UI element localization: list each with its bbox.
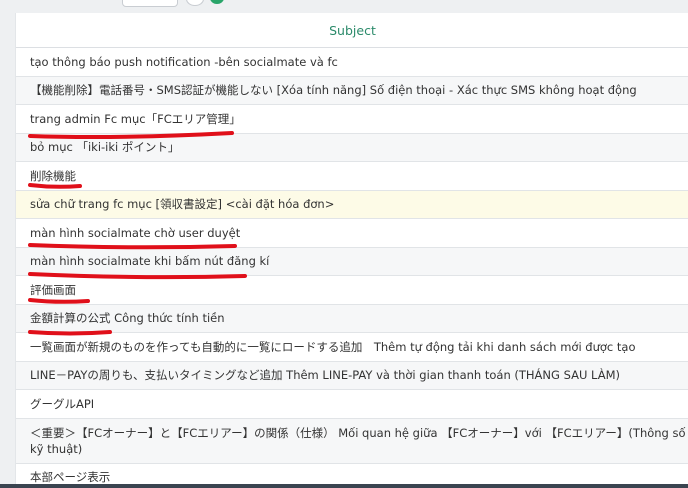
row-subject[interactable]: màn hình socialmate khi bấm nút đăng kí xyxy=(30,254,269,268)
toolbar-grey-button[interactable] xyxy=(186,0,204,6)
row-subject[interactable]: LINE－PAYの周りも、支払いタイミングなど追加 Thêm LINE-PAY … xyxy=(30,367,620,383)
table-row[interactable]: 金額計算の公式 Công thức tính tiền xyxy=(16,304,688,333)
row-subject[interactable]: グーグルAPI xyxy=(30,396,94,412)
table-row[interactable]: trang admin Fc mục「FCエリア管理」 xyxy=(16,105,688,134)
column-header-subject[interactable]: Subject xyxy=(329,23,376,38)
bottom-taskbar-edge xyxy=(0,484,688,488)
table-row[interactable]: 削除機能 xyxy=(16,162,688,191)
table-header[interactable]: Subject xyxy=(16,13,688,48)
row-subject[interactable]: màn hình socialmate chờ user duyệt xyxy=(30,226,240,240)
row-subject[interactable]: tạo thông báo push notification -bên soc… xyxy=(30,55,338,69)
table-row-highlighted[interactable]: sửa chữ trang fc mục [領収書設定] <cài đặt hó… xyxy=(16,190,688,219)
row-subject[interactable]: 【機能削除】電話番号・SMS認証が機能しない [Xóa tính năng] S… xyxy=(30,82,637,98)
table-row[interactable]: 一覧画面が新規のものを作っても自動的に一覧にロードする追加 Thêm tự độ… xyxy=(16,333,688,362)
table-row[interactable]: màn hình socialmate khi bấm nút đăng kí xyxy=(16,247,688,276)
top-toolbar xyxy=(0,0,688,12)
table-row[interactable]: ＜重要＞【FCオーナー】と【FCエリアー】の関係（仕様） Mối quan hệ… xyxy=(16,418,688,464)
table-row[interactable]: tạo thông báo push notification -bên soc… xyxy=(16,48,688,77)
row-subject[interactable]: ＜重要＞【FCオーナー】と【FCエリアー】の関係（仕様） Mối quan hệ… xyxy=(30,425,688,457)
table-row[interactable]: グーグルAPI xyxy=(16,390,688,419)
row-subject[interactable]: 削除機能 xyxy=(30,168,76,184)
row-subject[interactable]: bỏ mục 「iki-iki ポイント」 xyxy=(30,139,179,155)
table-row[interactable]: 評価画面 xyxy=(16,276,688,305)
toolbar-input[interactable] xyxy=(122,0,178,7)
row-subject[interactable]: 本部ページ表示 xyxy=(30,469,110,485)
screenshot-frame: Subject tạo thông báo push notification … xyxy=(0,0,688,488)
subject-table: Subject tạo thông báo push notification … xyxy=(15,13,688,488)
row-subject[interactable]: 評価画面 xyxy=(30,282,76,298)
row-subject[interactable]: trang admin Fc mục「FCエリア管理」 xyxy=(30,111,241,127)
toolbar-green-button[interactable] xyxy=(210,0,224,4)
table-row[interactable]: màn hình socialmate chờ user duyệt xyxy=(16,219,688,248)
table-row[interactable]: 【機能削除】電話番号・SMS認証が機能しない [Xóa tính năng] S… xyxy=(16,76,688,105)
row-subject[interactable]: 一覧画面が新規のものを作っても自動的に一覧にロードする追加 Thêm tự độ… xyxy=(30,339,636,355)
table-row[interactable]: bỏ mục 「iki-iki ポイント」 xyxy=(16,133,688,162)
row-subject[interactable]: sửa chữ trang fc mục [領収書設定] <cài đặt hó… xyxy=(30,196,334,212)
table-row[interactable]: LINE－PAYの周りも、支払いタイミングなど追加 Thêm LINE-PAY … xyxy=(16,361,688,390)
row-subject[interactable]: 金額計算の公式 Công thức tính tiền xyxy=(30,310,225,326)
